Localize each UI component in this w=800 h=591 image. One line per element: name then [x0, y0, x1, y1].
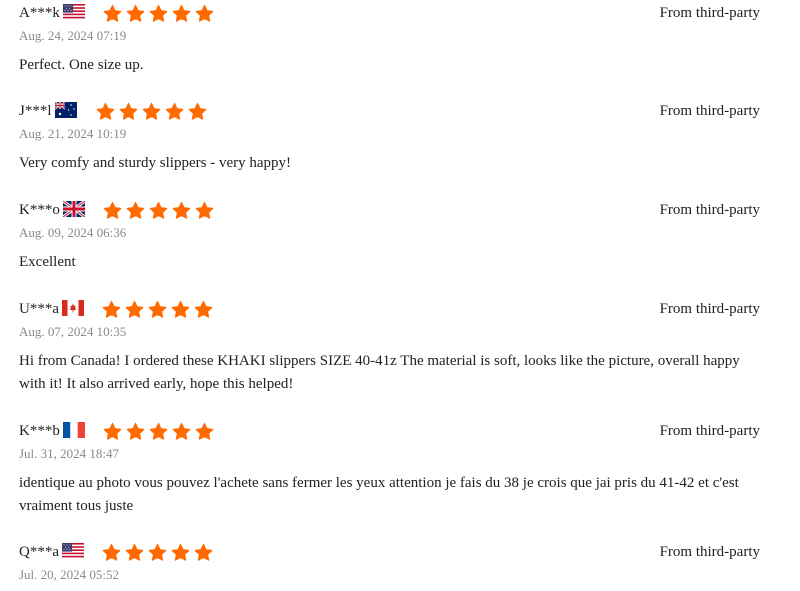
- star-icon: [149, 422, 168, 440]
- fr-flag-icon: [62, 422, 85, 438]
- review-header: K***b From third-party: [19, 419, 760, 443]
- rating-stars: [96, 102, 207, 121]
- review-header: A***k From third-party: [19, 1, 760, 25]
- star-icon: [126, 4, 145, 22]
- star-icon: [103, 4, 122, 22]
- review-date: Aug. 07, 2024 10:35: [19, 324, 127, 339]
- review-date: Jul. 20, 2024 05:52: [19, 567, 120, 582]
- review-source: From third-party: [659, 544, 760, 560]
- star-icon: [148, 300, 167, 318]
- review-date: Aug. 09, 2024 06:36: [19, 225, 127, 240]
- review-source: From third-party: [659, 423, 760, 439]
- star-icon: [102, 300, 121, 318]
- review-source: From third-party: [659, 103, 760, 119]
- review-item: K***b From third-party Jul. 31, 2024 18:…: [19, 419, 760, 518]
- star-icon: [195, 4, 214, 22]
- star-icon: [126, 201, 145, 219]
- star-icon: [172, 4, 191, 22]
- review-date: Aug. 24, 2024 07:19: [19, 28, 127, 43]
- star-icon: [103, 201, 122, 219]
- star-icon: [103, 422, 122, 440]
- us-flag-icon: [62, 4, 85, 20]
- us-flag-icon: [62, 543, 84, 559]
- star-icon: [195, 201, 214, 219]
- star-icon: [172, 201, 191, 219]
- review-date: Jul. 31, 2024 18:47: [19, 446, 120, 461]
- review-item: A***k From third-party Aug. 24, 2024 07:…: [19, 1, 760, 77]
- uk-flag-icon: [62, 201, 85, 217]
- star-icon: [102, 543, 121, 561]
- star-icon: [194, 543, 213, 561]
- star-icon: [171, 543, 190, 561]
- rating-stars: [102, 543, 213, 562]
- reviewer-name: U***a: [19, 301, 59, 317]
- au-flag-icon: [54, 102, 77, 118]
- star-icon: [142, 102, 160, 120]
- ca-flag-icon: [62, 300, 84, 316]
- review-text: Perfect. One size up.: [19, 57, 144, 73]
- review-header: U***a From third-party: [19, 297, 760, 321]
- review-item: Q***a From third-party Jul. 20, 2024 05:…: [19, 540, 760, 584]
- reviewer-name: Q***a: [19, 544, 59, 560]
- star-icon: [149, 201, 168, 219]
- review-date: Aug. 21, 2024 10:19: [19, 126, 127, 141]
- star-icon: [119, 102, 137, 120]
- review-item: K***o From third-party Aug. 09, 2024 06:…: [19, 198, 760, 274]
- star-icon: [125, 543, 144, 561]
- star-icon: [96, 102, 114, 120]
- rating-stars: [103, 422, 214, 441]
- review-header: Q***a From third-party: [19, 540, 760, 564]
- star-icon: [195, 422, 214, 440]
- review-source: From third-party: [659, 202, 760, 218]
- star-icon: [165, 102, 183, 120]
- review-text: Very comfy and sturdy slippers - very ha…: [19, 155, 292, 171]
- star-icon: [172, 422, 191, 440]
- rating-stars: [102, 300, 213, 319]
- review-header: K***o From third-party: [19, 198, 760, 222]
- review-source: From third-party: [659, 5, 760, 21]
- review-item: U***a From third-party Aug. 07, 2024 10:…: [19, 297, 760, 396]
- star-icon: [126, 422, 145, 440]
- review-item: J***l From third-party Aug. 21, 2024 10:…: [19, 99, 760, 175]
- star-icon: [149, 4, 168, 22]
- reviewer-name: K***b: [19, 423, 60, 439]
- review-text: Hi from Canada! I ordered these KHAKI sl…: [19, 353, 740, 392]
- review-source: From third-party: [659, 301, 760, 317]
- star-icon: [188, 102, 206, 120]
- review-header: J***l From third-party: [19, 99, 760, 123]
- rating-stars: [103, 4, 214, 23]
- reviewer-name: K***o: [19, 202, 60, 218]
- star-icon: [125, 300, 144, 318]
- rating-stars: [103, 201, 214, 220]
- star-icon: [194, 300, 213, 318]
- review-text: identique au photo vous pouvez l'achete …: [19, 475, 739, 514]
- reviewer-name: A***k: [19, 5, 60, 21]
- reviewer-name: J***l: [19, 103, 52, 119]
- star-icon: [171, 300, 190, 318]
- star-icon: [148, 543, 167, 561]
- review-text: Excellent: [19, 254, 76, 270]
